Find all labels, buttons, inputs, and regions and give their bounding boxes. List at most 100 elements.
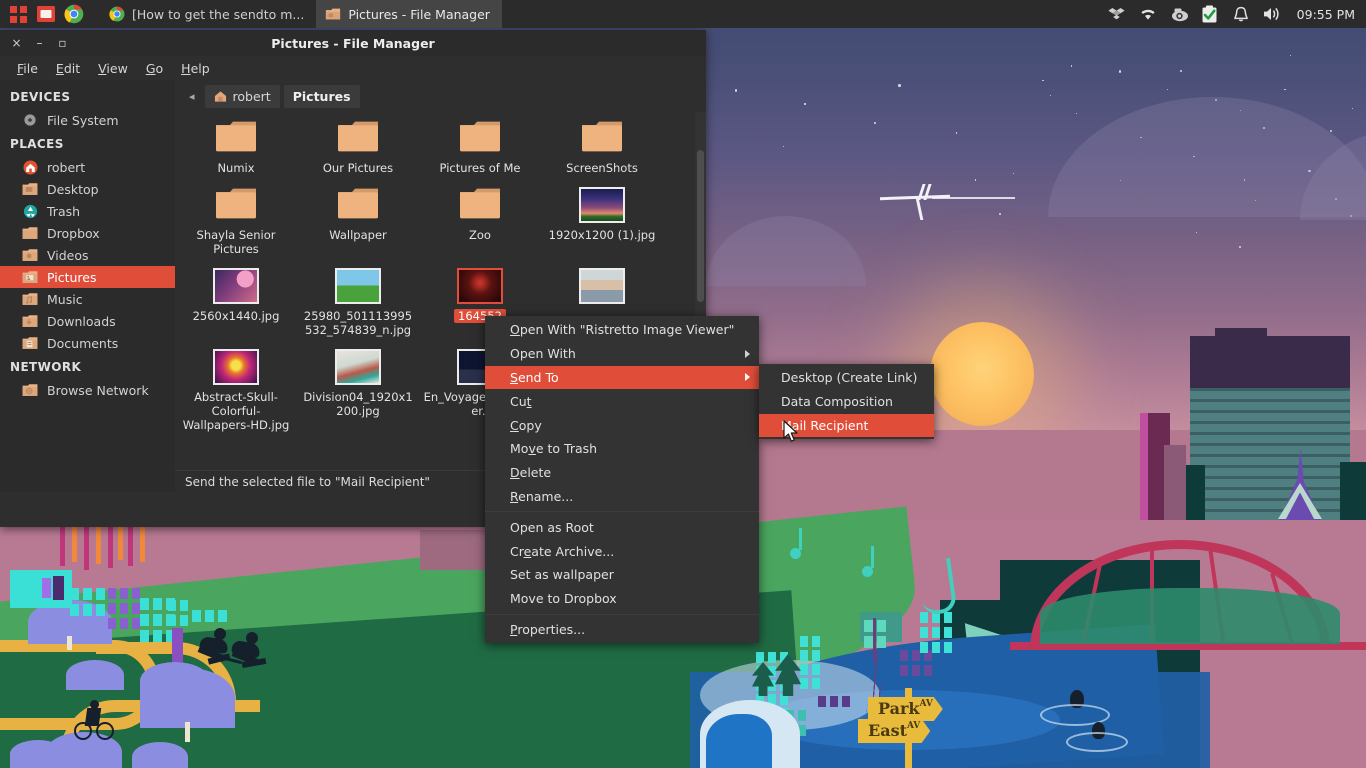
tree-8 [132, 742, 188, 768]
sidebar-item-label: File System [47, 112, 119, 128]
menubar-item-go[interactable]: Go [137, 58, 172, 79]
sidebar-item-pictures[interactable]: Pictures [0, 266, 175, 288]
file-item[interactable]: Division04_1920x1200.jpg [297, 341, 419, 436]
sidebar-item-label: Trash [47, 203, 81, 219]
folder-icon [335, 118, 381, 156]
dropbox-tray-icon[interactable] [1107, 4, 1127, 24]
app-menu-icon[interactable] [6, 2, 30, 26]
city-window [920, 612, 928, 623]
breadcrumb-item-robert[interactable]: robert [204, 84, 280, 108]
minimize-button[interactable]: – [33, 36, 46, 50]
sidebar-item-dropbox[interactable]: Dropbox [0, 222, 175, 244]
window-titlebar: × – ▫ Pictures - File Manager [0, 30, 706, 56]
context-menu-item-delete[interactable]: Delete [485, 461, 759, 485]
breadcrumb-item-robert-label: robert [232, 88, 271, 104]
file-item[interactable]: Pictures of Me [419, 112, 541, 179]
hill-window [153, 630, 162, 642]
tree-2 [66, 660, 124, 690]
city-window [800, 636, 808, 647]
videos-folder-icon [22, 247, 38, 263]
context-menu-item-move-to-dropbox[interactable]: Move to Dropbox [485, 587, 759, 611]
sidebar-item-file-system[interactable]: File System [0, 109, 175, 131]
context-menu-item-create-archive[interactable]: Create Archive... [485, 539, 759, 563]
context-menu-item-cut[interactable]: Cut [485, 389, 759, 413]
file-item[interactable]: Abstract-Skull-Colorful-Wallpapers-HD.jp… [175, 341, 297, 436]
submenu-arrow-icon [745, 373, 750, 382]
sidebar-item-desktop[interactable]: Desktop [0, 178, 175, 200]
menubar-item-view[interactable]: View [89, 58, 137, 79]
sidebar-item-robert[interactable]: robert [0, 156, 175, 178]
file-item[interactable]: 2560x1440.jpg [175, 260, 297, 341]
window-purple-b [53, 576, 64, 600]
file-item[interactable]: Shayla Senior Pictures [175, 179, 297, 260]
taskbar-clock[interactable]: 09:55 PM [1293, 7, 1355, 22]
back-arrow-icon[interactable]: ◂ [183, 87, 201, 106]
context-menu-item-copy[interactable]: Copy [485, 413, 759, 437]
hill-window [180, 600, 188, 611]
hill-window [108, 603, 116, 614]
city-window [944, 612, 952, 623]
sidebar-item-documents[interactable]: Documents [0, 332, 175, 354]
hill-window [153, 614, 162, 626]
chrome-launcher-icon[interactable] [62, 2, 86, 26]
file-item[interactable]: Numix [175, 112, 297, 179]
star [804, 103, 806, 105]
sidebar-item-label: Desktop [47, 181, 99, 197]
sidebar-item-videos[interactable]: Videos [0, 244, 175, 266]
context-menu-item-label: Create Archive... [510, 543, 615, 559]
sidebar-item-music[interactable]: Music [0, 288, 175, 310]
building-teal-tall-antenna [1215, 328, 1267, 337]
context-menu-item-open-as-root[interactable]: Open as Root [485, 515, 759, 539]
context-menu-item-label: Cut [510, 393, 532, 409]
hill-window [180, 615, 188, 626]
street-sign-park[interactable]: ParkAV [868, 697, 943, 721]
sidebar-item-downloads[interactable]: Downloads [0, 310, 175, 332]
context-menu-item-move-to-trash[interactable]: Move to Trash [485, 437, 759, 461]
context-menu-separator [485, 613, 759, 615]
street-sign-park-suffix: AV [919, 699, 933, 709]
pictures-folder-icon [22, 269, 38, 285]
scrollbar-thumb[interactable] [697, 150, 704, 302]
file-item[interactable]: Our Pictures [297, 112, 419, 179]
sidebar-item-trash[interactable]: Trash [0, 200, 175, 222]
menubar-item-edit[interactable]: Edit [47, 58, 89, 79]
volume-tray-icon[interactable] [1262, 4, 1282, 24]
submenu-item-desktop-create-link[interactable]: Desktop (Create Link) [759, 366, 934, 390]
screenshot-tray-icon[interactable] [1169, 4, 1189, 24]
taskbar-window-chrome[interactable]: [How to get the sendto m... [100, 0, 316, 28]
file-item[interactable]: 25980_501113995532_574839_n.jpg [297, 260, 419, 341]
context-menu-item-rename[interactable]: Rename... [485, 485, 759, 509]
menubar-item-file[interactable]: File [8, 58, 47, 79]
file-item[interactable]: Wallpaper [297, 179, 419, 260]
street-sign-east-label: East [868, 721, 907, 740]
antenna-stripe [140, 522, 145, 562]
sidebar-item-browse-network[interactable]: Browse Network [0, 379, 175, 401]
bridge-trees [1040, 588, 1340, 644]
updates-tray-icon[interactable] [1200, 4, 1220, 24]
image-thumbnail [213, 266, 259, 304]
close-button[interactable]: × [10, 36, 23, 50]
file-item-label: Shayla Senior Pictures [196, 228, 276, 256]
file-manager-launcher-icon[interactable] [34, 2, 58, 26]
taskbar-window-file-manager[interactable]: Pictures - File Manager [316, 0, 502, 28]
context-menu-item-send-to[interactable]: Send To [485, 365, 759, 390]
context-menu-item-properties[interactable]: Properties... [485, 618, 759, 642]
city-window [932, 642, 940, 653]
file-item[interactable]: ScreenShots [541, 112, 663, 179]
street-sign-east[interactable]: EastAV [858, 719, 931, 743]
maximize-button[interactable]: ▫ [56, 36, 69, 50]
file-item[interactable]: Zoo [419, 179, 541, 260]
file-item[interactable]: 1920x1200 (1).jpg [541, 179, 663, 260]
breadcrumb-item-pictures[interactable]: Pictures [283, 84, 360, 108]
submenu-item-data-composition[interactable]: Data Composition [759, 390, 934, 414]
context-menu-item-open-with-ristretto-image-viewer[interactable]: Open With "Ristretto Image Viewer" [485, 318, 759, 342]
notification-bell-tray-icon[interactable] [1231, 4, 1251, 24]
sidebar-section-network: NETWORK [10, 360, 82, 374]
menubar-item-help[interactable]: Help [172, 58, 219, 79]
context-menu-item-open-with[interactable]: Open With [485, 342, 759, 366]
folder-icon [457, 118, 503, 156]
context-menu-item-set-as-wallpaper[interactable]: Set as wallpaper [485, 563, 759, 587]
file-item-label: 25980_501113995532_574839_n.jpg [303, 309, 413, 337]
wifi-tray-icon[interactable] [1138, 4, 1158, 24]
sidebar-item-label: robert [47, 159, 86, 175]
